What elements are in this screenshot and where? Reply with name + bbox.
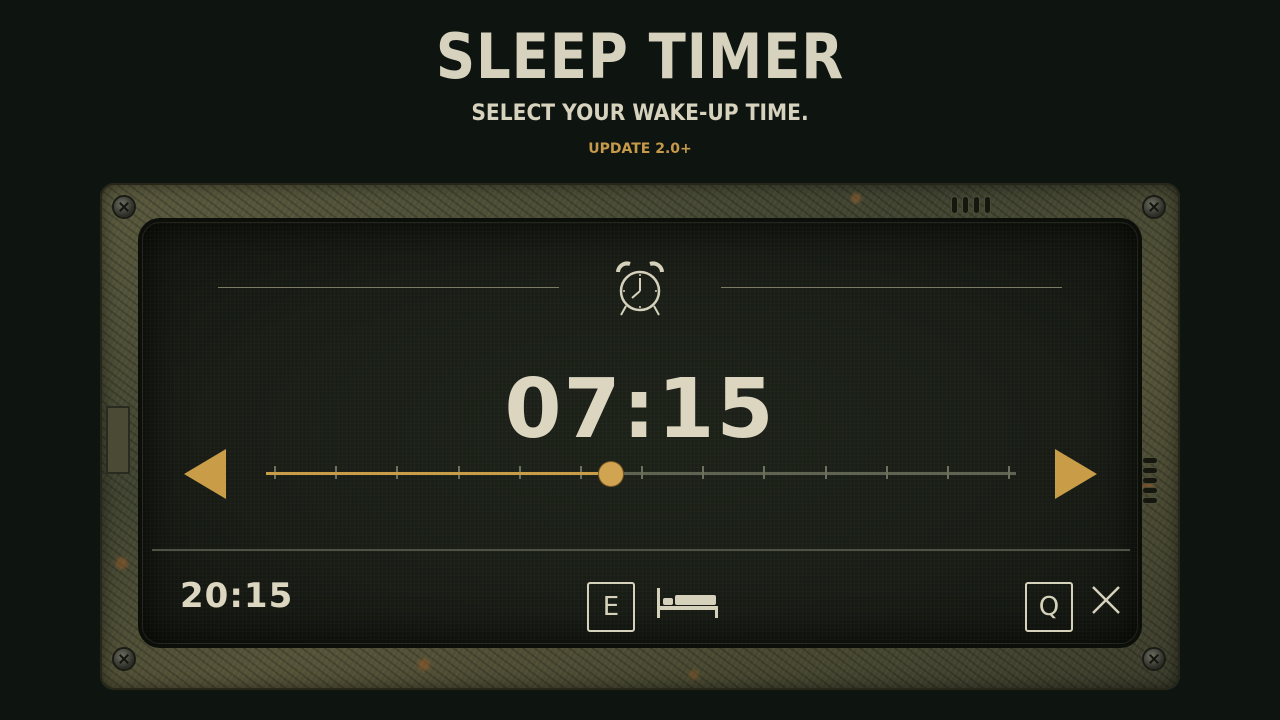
arrow-right-icon[interactable] [1055,449,1097,499]
version-label: UPDATE 2.0+ [588,141,692,157]
current-time-display: 20:15 [180,576,294,616]
close-icon[interactable] [1090,584,1122,616]
page-subtitle: SELECT YOUR WAKE-UP TIME. [471,101,809,126]
cancel-key-button[interactable]: Q [1025,582,1073,632]
screw-icon [114,649,134,669]
slider-thumb[interactable] [599,462,623,486]
header-rule-right [721,287,1062,288]
wake-time-display: 07:15 [504,362,776,457]
slider-tick [763,466,766,479]
slider-fill [266,472,611,475]
arrow-left-icon[interactable] [184,449,226,499]
confirm-key-button[interactable]: E [587,582,635,632]
slider-tick [824,466,827,479]
side-clip [106,406,130,474]
screw-icon [1144,649,1164,669]
slider-tick [702,466,705,479]
page-title: SLEEP TIMER [435,20,845,93]
header-rule-left [218,287,559,288]
divider [152,549,1130,551]
slider-tick [1008,466,1010,479]
slider-tick [641,466,643,479]
time-slider[interactable] [266,462,1016,486]
slider-tick [946,466,949,479]
alarm-clock-icon [616,261,664,316]
screw-icon [1144,197,1164,217]
slider-tick [885,466,888,479]
bed-icon [657,588,718,618]
vent-grille [952,197,990,213]
side-vent-grille [1143,458,1157,503]
screw-icon [114,197,134,217]
